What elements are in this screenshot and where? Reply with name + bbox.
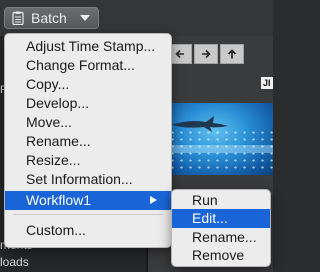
forward-button[interactable] [194, 44, 218, 64]
photo-thumbnail[interactable] [168, 103, 273, 175]
menu-separator [13, 214, 163, 215]
arrow-right-icon [202, 49, 211, 59]
chevron-down-icon [80, 15, 90, 21]
shark-silhouette [172, 116, 228, 132]
arrow-up-icon [227, 49, 237, 59]
menu-item-move[interactable]: Move... [5, 113, 171, 132]
menu-item-develop[interactable]: Develop... [5, 94, 171, 113]
sidebar-item-downloads[interactable]: loads [0, 255, 29, 269]
arrow-left-icon [175, 49, 184, 59]
menu-item-set-information[interactable]: Set Information... [5, 170, 171, 189]
submenu-item-rename[interactable]: Rename... [172, 228, 270, 247]
workflow-submenu: Run Edit... Rename... Remove [171, 189, 271, 267]
menu-item-workflow1[interactable]: Workflow1 [5, 191, 171, 210]
nav-arrows [168, 44, 244, 64]
submenu-item-edit[interactable]: Edit... [172, 209, 270, 228]
menu-item-custom[interactable]: Custom... [5, 221, 171, 240]
up-button[interactable] [220, 44, 244, 64]
clipboard-list-icon [12, 11, 24, 25]
menu-item-adjust-time-stamp[interactable]: Adjust Time Stamp... [5, 37, 171, 56]
menu-item-change-format[interactable]: Change Format... [5, 56, 171, 75]
menu-item-workflow1-label: Workflow1 [26, 192, 92, 208]
menu-item-rename[interactable]: Rename... [5, 132, 171, 151]
photo-texture [168, 129, 273, 169]
submenu-item-remove[interactable]: Remove [172, 246, 270, 265]
submenu-arrow-icon [150, 196, 157, 204]
batch-menu: Adjust Time Stamp... Change Format... Co… [4, 33, 172, 248]
menu-item-resize[interactable]: Resize... [5, 151, 171, 170]
format-badge: JI [261, 77, 273, 89]
batch-button[interactable]: Batch [4, 7, 99, 29]
batch-button-label: Batch [31, 10, 67, 26]
menu-item-copy[interactable]: Copy... [5, 75, 171, 94]
submenu-item-run[interactable]: Run [172, 191, 270, 210]
